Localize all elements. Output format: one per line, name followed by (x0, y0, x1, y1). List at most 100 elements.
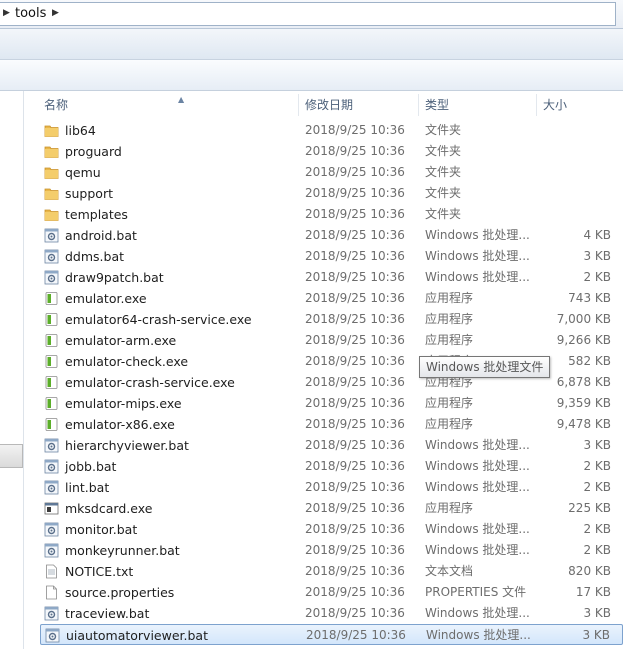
file-row[interactable]: hierarchyviewer.bat 2018/9/25 10:36 Window… (40, 435, 623, 456)
file-type: 文件夹 (425, 186, 462, 200)
file-name: proguard (65, 144, 122, 159)
file-row[interactable]: traceview.bat 2018/9/25 10:36 Windows 批处理.… (40, 603, 623, 624)
file-row[interactable]: templates 2018/9/25 10:36 文件夹 (40, 204, 623, 225)
batch-file-icon (44, 438, 59, 453)
file-date-modified: 2018/9/25 10:36 (305, 375, 405, 389)
file-size: 3 KB (583, 249, 611, 263)
file-row[interactable]: mksdcard.exe 2018/9/25 10:36 应用程序 225 KB (40, 498, 623, 519)
file-name: emulator-crash-service.exe (65, 375, 235, 390)
file-size: 17 KB (575, 585, 611, 599)
file-size: 3 KB (582, 628, 610, 642)
file-type: Windows 批处理... (425, 249, 530, 263)
file-type: Windows 批处理... (425, 543, 530, 557)
address-bar: ▶ tools ▶ (0, 0, 623, 29)
file-size: 2 KB (583, 480, 611, 494)
file-size: 582 KB (568, 354, 611, 368)
android-exe-icon (44, 417, 59, 432)
nav-pane-scroll-thumb[interactable] (0, 444, 23, 468)
file-size: 9,478 KB (556, 417, 611, 431)
file-size: 2 KB (583, 543, 611, 557)
file-type: 应用程序 (425, 333, 474, 347)
file-date-modified: 2018/9/25 10:36 (305, 249, 405, 263)
file-name: mksdcard.exe (65, 501, 153, 516)
file-date-modified: 2018/9/25 10:36 (305, 354, 405, 368)
android-exe-icon (44, 333, 59, 348)
breadcrumb-arrow-icon[interactable]: ▶ (3, 8, 10, 18)
file-row[interactable]: monitor.bat 2018/9/25 10:36 Windows 批处理...… (40, 519, 623, 540)
column-header-bar: ▲ 名称 修改日期 类型 大小 (24, 94, 623, 116)
file-name: emulator-check.exe (65, 354, 189, 369)
file-type: 文本文档 (425, 564, 474, 578)
file-date-modified: 2018/9/25 10:36 (305, 396, 405, 410)
file-name: ddms.bat (65, 249, 125, 264)
file-type: 应用程序 (425, 417, 474, 431)
file-date-modified: 2018/9/25 10:36 (305, 459, 405, 473)
file-row[interactable]: lib64 2018/9/25 10:36 文件夹 (40, 120, 623, 141)
file-row[interactable]: proguard 2018/9/25 10:36 文件夹 (40, 141, 623, 162)
command-bar (0, 60, 623, 91)
text-file-icon (44, 564, 59, 579)
navigation-pane[interactable] (0, 91, 24, 649)
file-size: 820 KB (568, 564, 611, 578)
column-header-type[interactable]: 类型 (419, 94, 537, 116)
folder-icon (44, 186, 59, 201)
column-header-name-label: 名称 (44, 98, 69, 112)
file-date-modified: 2018/9/25 10:36 (305, 585, 405, 599)
file-row[interactable]: ddms.bat 2018/9/25 10:36 Windows 批处理... 3 K… (40, 246, 623, 267)
file-name: traceview.bat (65, 606, 150, 621)
file-row[interactable]: lint.bat 2018/9/25 10:36 Windows 批处理... 2 K… (40, 477, 623, 498)
batch-file-icon (44, 459, 59, 474)
file-row[interactable]: uiautomatorviewer.bat 2018/9/25 10:36 Wind… (40, 624, 623, 645)
file-size: 2 KB (583, 270, 611, 284)
file-date-modified: 2018/9/25 10:36 (305, 123, 405, 137)
file-row[interactable]: emulator-mips.exe 2018/9/25 10:36 应用程序 9,35… (40, 393, 623, 414)
file-row[interactable]: emulator-arm.exe 2018/9/25 10:36 应用程序 9,266… (40, 330, 623, 351)
file-row[interactable]: android.bat 2018/9/25 10:36 Windows 批处理...… (40, 225, 623, 246)
file-date-modified: 2018/9/25 10:36 (305, 417, 405, 431)
file-name: emulator64-crash-service.exe (65, 312, 252, 327)
file-row[interactable]: monkeyrunner.bat 2018/9/25 10:36 Windows 批… (40, 540, 623, 561)
file-name: templates (65, 207, 128, 222)
file-type: 应用程序 (425, 501, 474, 515)
batch-file-icon (44, 249, 59, 264)
batch-file-icon (44, 543, 59, 558)
android-exe-icon (44, 375, 59, 390)
file-date-modified: 2018/9/25 10:36 (305, 291, 405, 305)
file-type: 文件夹 (425, 165, 462, 179)
breadcrumb-arrow-icon[interactable]: ▶ (52, 8, 59, 18)
address-field[interactable]: ▶ tools ▶ (0, 2, 616, 26)
file-name: hierarchyviewer.bat (65, 438, 189, 453)
breadcrumb-tools[interactable]: tools (15, 6, 46, 21)
file-row[interactable]: emulator-x86.exe 2018/9/25 10:36 应用程序 9,478… (40, 414, 623, 435)
file-name: qemu (65, 165, 101, 180)
file-name: draw9patch.bat (65, 270, 164, 285)
column-header-size[interactable]: 大小 (537, 94, 623, 116)
file-row[interactable]: emulator64-crash-service.exe 2018/9/25 10… (40, 309, 623, 330)
column-header-date[interactable]: 修改日期 (299, 94, 419, 116)
blank-file-icon (44, 585, 59, 600)
file-name: uiautomatorviewer.bat (66, 628, 208, 643)
file-type: 应用程序 (425, 291, 474, 305)
file-name: support (65, 186, 113, 201)
file-row[interactable]: support 2018/9/25 10:36 文件夹 (40, 183, 623, 204)
file-row[interactable]: jobb.bat 2018/9/25 10:36 Windows 批处理... 2 K… (40, 456, 623, 477)
file-type: Windows 批处理... (425, 438, 530, 452)
batch-file-icon (45, 628, 60, 643)
file-row[interactable]: draw9patch.bat 2018/9/25 10:36 Windows 批处理… (40, 267, 623, 288)
file-row[interactable]: qemu 2018/9/25 10:36 文件夹 (40, 162, 623, 183)
file-date-modified: 2018/9/25 10:36 (305, 165, 405, 179)
file-size: 2 KB (583, 522, 611, 536)
file-row[interactable]: emulator.exe 2018/9/25 10:36 应用程序 743 KB (40, 288, 623, 309)
file-type: Windows 批处理... (425, 270, 530, 284)
file-type: 应用程序 (425, 396, 474, 410)
type-tooltip: Windows 批处理文件 (419, 356, 551, 378)
android-exe-icon (44, 291, 59, 306)
file-type: Windows 批处理... (426, 628, 531, 642)
file-name: emulator.exe (65, 291, 147, 306)
column-header-name[interactable]: ▲ 名称 (38, 94, 299, 116)
file-row[interactable]: NOTICE.txt 2018/9/25 10:36 文本文档 820 KB (40, 561, 623, 582)
file-date-modified: 2018/9/25 10:36 (305, 144, 405, 158)
file-row[interactable]: source.properties 2018/9/25 10:36 PROPERTI… (40, 582, 623, 603)
file-size: 4 KB (583, 228, 611, 242)
file-type: 文件夹 (425, 144, 462, 158)
